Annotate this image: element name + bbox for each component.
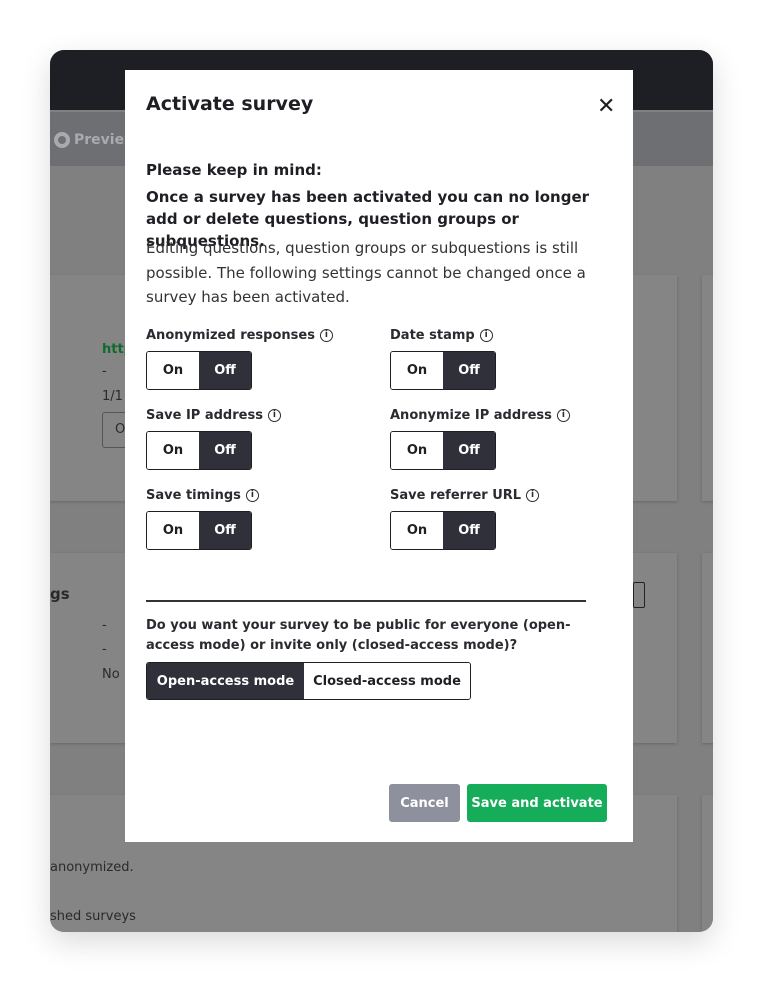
- info-icon[interactable]: i: [319, 329, 333, 342]
- bg-text: anonymized.: [50, 860, 134, 875]
- save-referrer-url-label: Save referrer URL i: [390, 488, 540, 503]
- anonymized-responses-label: Anonymized responses i: [146, 328, 333, 343]
- bg-text: -: [102, 618, 107, 633]
- save-timings-toggle: On Off: [146, 511, 252, 550]
- notice-heading: Please keep in mind:: [146, 161, 322, 179]
- setting-label: Date stamp: [390, 328, 475, 343]
- anonymized-responses-toggle: On Off: [146, 351, 252, 390]
- info-icon[interactable]: i: [479, 329, 493, 342]
- on-option[interactable]: On: [391, 512, 443, 549]
- bg-section-title: gs: [50, 585, 70, 603]
- setting-label: Save timings: [146, 488, 241, 503]
- setting-label: Anonymized responses: [146, 328, 315, 343]
- off-option[interactable]: Off: [443, 432, 495, 469]
- close-icon[interactable]: ✕: [597, 94, 615, 119]
- save-ip-address-label: Save IP address i: [146, 408, 281, 423]
- on-option[interactable]: On: [391, 352, 443, 389]
- anonymize-ip-address-toggle: On Off: [390, 431, 496, 470]
- bg-text: 1/1: [102, 389, 123, 404]
- bg-dropdown: [633, 582, 645, 608]
- bg-text: shed surveys: [50, 909, 136, 924]
- on-option[interactable]: On: [147, 352, 199, 389]
- on-option[interactable]: On: [147, 512, 199, 549]
- notice-description: Editing questions, question groups or su…: [146, 239, 586, 306]
- setting-label: Save IP address: [146, 408, 263, 423]
- info-icon[interactable]: i: [556, 409, 570, 422]
- activate-survey-modal: Activate survey ✕ Please keep in mind: O…: [125, 70, 633, 842]
- info-icon[interactable]: i: [245, 489, 259, 502]
- date-stamp-label: Date stamp i: [390, 328, 493, 343]
- on-option[interactable]: On: [147, 432, 199, 469]
- save-ip-address-toggle: On Off: [146, 431, 252, 470]
- date-stamp-toggle: On Off: [390, 351, 496, 390]
- off-option[interactable]: Off: [443, 352, 495, 389]
- off-option[interactable]: Off: [199, 432, 251, 469]
- info-icon[interactable]: i: [267, 409, 281, 422]
- background-card: [702, 795, 713, 932]
- modal-title: Activate survey: [146, 93, 314, 115]
- off-option[interactable]: Off: [199, 512, 251, 549]
- access-question: Do you want your survey to be public for…: [146, 618, 571, 653]
- save-referrer-url-toggle: On Off: [390, 511, 496, 550]
- closed-access-button[interactable]: Closed-access mode: [304, 663, 470, 699]
- setting-label: Anonymize IP address: [390, 408, 552, 423]
- setting-label: Save referrer URL: [390, 488, 522, 503]
- divider: [146, 600, 586, 602]
- eye-icon: [54, 132, 70, 148]
- off-option[interactable]: Off: [443, 512, 495, 549]
- background-card: [702, 275, 713, 501]
- off-option[interactable]: Off: [199, 352, 251, 389]
- bg-text: O: [115, 422, 126, 437]
- info-icon[interactable]: i: [526, 489, 540, 502]
- bg-text: No: [102, 667, 120, 682]
- on-option[interactable]: On: [391, 432, 443, 469]
- background-card: [702, 553, 713, 743]
- save-and-activate-button[interactable]: Save and activate: [467, 784, 607, 822]
- bg-text: -: [102, 364, 107, 379]
- access-mode-toggle: Open-access mode Closed-access mode: [146, 662, 471, 700]
- save-timings-label: Save timings i: [146, 488, 259, 503]
- open-access-button[interactable]: Open-access mode: [147, 663, 304, 699]
- cancel-button[interactable]: Cancel: [389, 784, 460, 822]
- bg-text: -: [102, 642, 107, 657]
- anonymize-ip-address-label: Anonymize IP address i: [390, 408, 570, 423]
